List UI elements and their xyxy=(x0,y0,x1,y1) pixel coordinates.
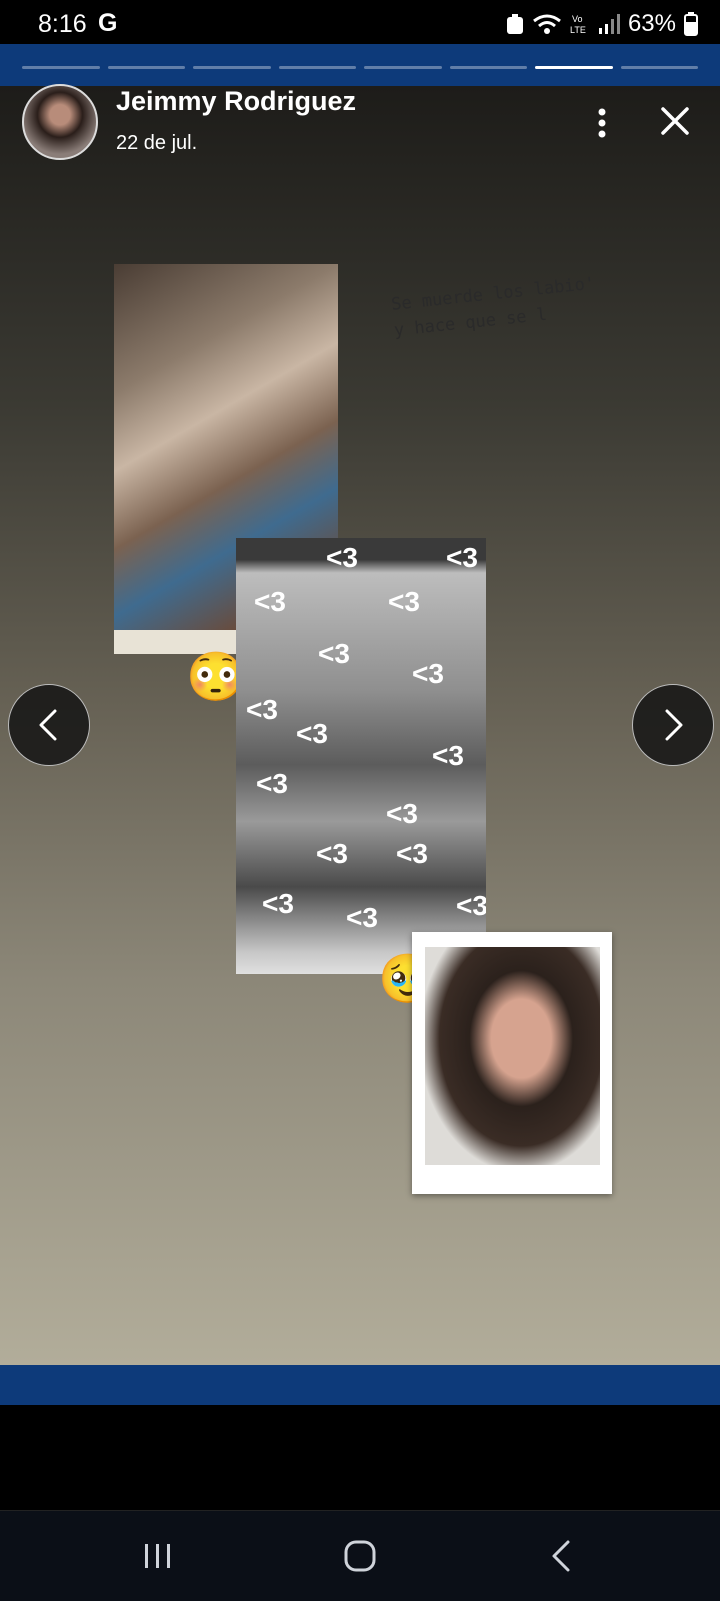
polaroid-photo xyxy=(412,932,612,1194)
signal-icon xyxy=(598,14,620,34)
heart-doodle: <3 xyxy=(432,740,464,771)
bottom-band xyxy=(0,1365,720,1405)
heart-doodle: <3 xyxy=(456,890,486,921)
progress-segment xyxy=(107,66,185,69)
author-name[interactable]: Jeimmy Rodriguez xyxy=(116,86,356,117)
heart-doodle: <3 xyxy=(254,586,286,617)
heart-doodle: <3 xyxy=(296,718,328,749)
wifi-icon xyxy=(533,14,561,34)
progress-segment-active xyxy=(535,66,613,69)
svg-text:Vo: Vo xyxy=(572,14,583,24)
back-icon[interactable] xyxy=(542,1536,582,1576)
heart-doodle: <3 xyxy=(326,542,358,573)
next-story-button[interactable] xyxy=(632,684,714,766)
avatar[interactable] xyxy=(22,84,98,160)
heart-doodle: <3 xyxy=(396,838,428,869)
story-date: 22 de jul. xyxy=(116,132,198,154)
more-vertical-icon[interactable] xyxy=(594,108,610,138)
progress-segment xyxy=(449,66,527,69)
chevron-right-icon xyxy=(665,709,683,741)
status-icons: Vo LTE 63% xyxy=(506,10,698,38)
heart-doodle: <3 xyxy=(246,694,278,725)
heart-doodle: <3 xyxy=(412,658,444,689)
status-bar: 8:16 G Vo LTE 63% xyxy=(0,0,720,44)
heart-doodle: <3 xyxy=(256,768,288,799)
story-caption: Se muerde los labio' y hace que se l xyxy=(390,271,599,344)
battery-icon xyxy=(684,12,698,36)
progress-segment xyxy=(364,66,442,69)
story-canvas[interactable]: Se muerde los labio' y hace que se l 😳 <… xyxy=(0,86,720,1365)
story-progress-bar xyxy=(22,66,698,70)
story-photo-2: <3 <3 <3 <3 <3 <3 <3 <3 <3 <3 <3 <3 <3 <… xyxy=(236,538,486,974)
progress-segment xyxy=(22,66,100,69)
volte-icon: VoLTE xyxy=(570,14,586,35)
previous-story-button[interactable] xyxy=(8,684,90,766)
progress-segment xyxy=(193,66,271,69)
heart-doodle: <3 xyxy=(386,798,418,829)
system-navigation-bar xyxy=(0,1510,720,1601)
progress-segment xyxy=(620,66,698,69)
heart-doodle: <3 xyxy=(388,586,420,617)
reply-area xyxy=(0,1405,720,1510)
battery-percent: 63% xyxy=(627,10,676,37)
recents-icon[interactable] xyxy=(138,1536,178,1576)
google-icon: G xyxy=(98,9,118,37)
heart-doodle: <3 xyxy=(446,542,478,573)
progress-segment xyxy=(278,66,356,69)
recycle-icon xyxy=(506,14,523,34)
heart-doodle: <3 xyxy=(262,888,294,919)
home-icon[interactable] xyxy=(340,1536,380,1576)
top-band xyxy=(0,44,720,86)
close-icon[interactable] xyxy=(660,106,690,136)
polaroid-image xyxy=(425,947,600,1165)
svg-text:LTE: LTE xyxy=(570,25,586,35)
story-header: Jeimmy Rodriguez 22 de jul. xyxy=(0,84,720,176)
heart-doodle: <3 xyxy=(316,838,348,869)
heart-doodle: <3 xyxy=(346,902,378,933)
heart-doodle: <3 xyxy=(318,638,350,669)
chevron-left-icon xyxy=(39,709,57,741)
status-time: 8:16 xyxy=(38,10,87,38)
